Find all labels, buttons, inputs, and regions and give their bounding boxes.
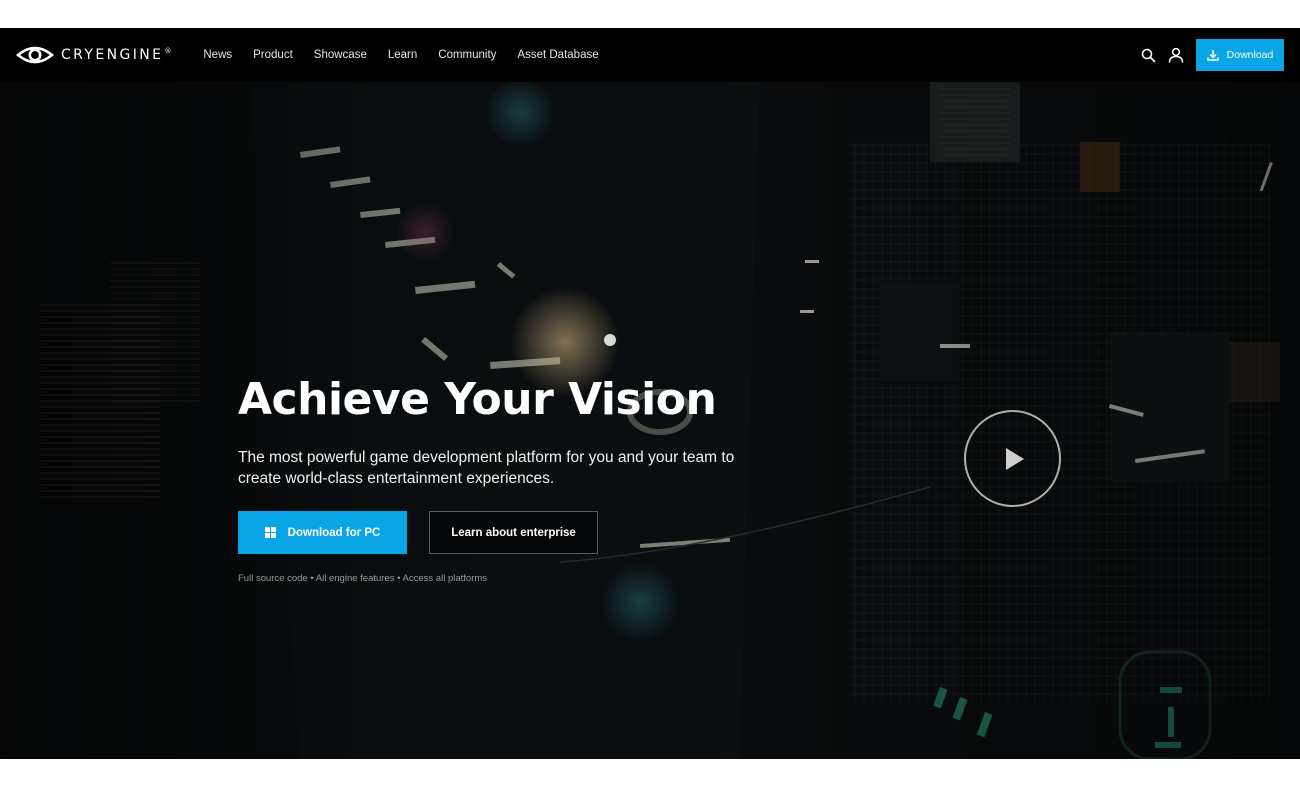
- main-nav: News Product Showcase Learn Community As…: [203, 49, 619, 61]
- nav-link-showcase[interactable]: Showcase: [314, 49, 367, 61]
- search-button[interactable]: [1138, 45, 1158, 65]
- registered-mark: ®: [164, 47, 172, 55]
- download-for-pc-label: Download for PC: [287, 526, 381, 539]
- logo-text: CRYENGINE®: [61, 47, 171, 63]
- download-button-label: Download: [1226, 49, 1274, 61]
- nav-link-news[interactable]: News: [203, 49, 232, 61]
- play-icon: [1006, 447, 1024, 470]
- logo[interactable]: CRYENGINE®: [16, 45, 171, 65]
- learn-about-enterprise-label: Learn about enterprise: [451, 526, 576, 539]
- eye-logo-icon: [16, 46, 54, 64]
- hero-features-note: Full source code • All engine features •…: [238, 573, 488, 584]
- hero-buttons: Download for PC Learn about enterprise: [238, 511, 858, 554]
- search-icon: [1141, 48, 1156, 63]
- hero-subtitle: The most powerful game development platf…: [238, 449, 735, 487]
- top-navbar: CRYENGINE® News Product Showcase Learn C…: [0, 28, 1300, 82]
- user-icon: [1168, 47, 1184, 63]
- nav-link-community[interactable]: Community: [438, 49, 496, 61]
- nav-link-product[interactable]: Product: [253, 49, 293, 61]
- brand-name: CRYENGINE: [61, 47, 164, 63]
- download-for-pc-button[interactable]: Download for PC: [238, 511, 407, 554]
- nav-link-learn[interactable]: Learn: [388, 49, 417, 61]
- download-icon: [1206, 50, 1219, 61]
- nav-link-asset-database[interactable]: Asset Database: [517, 49, 598, 61]
- account-button[interactable]: [1166, 45, 1186, 65]
- hero-section: Achieve Your Vision The most powerful ga…: [0, 82, 1300, 759]
- site-frame: CRYENGINE® News Product Showcase Learn C…: [0, 28, 1300, 759]
- nav-actions: Download: [1138, 39, 1284, 71]
- download-button[interactable]: Download: [1196, 39, 1284, 71]
- windows-icon: [264, 527, 276, 538]
- learn-about-enterprise-button[interactable]: Learn about enterprise: [429, 511, 598, 554]
- hero-content: Achieve Your Vision The most powerful ga…: [238, 374, 858, 584]
- hero-title: Achieve Your Vision: [238, 374, 717, 425]
- play-video-button[interactable]: [964, 410, 1061, 507]
